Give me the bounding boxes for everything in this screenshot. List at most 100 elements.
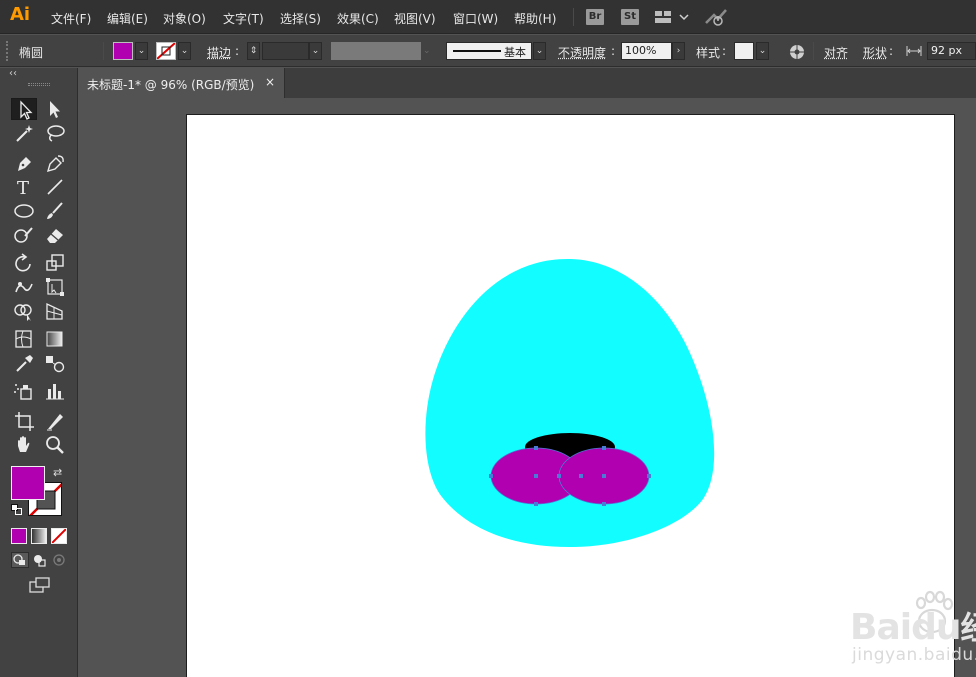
none-mode-button[interactable] bbox=[51, 528, 67, 544]
default-fill-stroke-icon[interactable] bbox=[11, 504, 23, 519]
graphic-style-dropdown[interactable]: ⌄ bbox=[756, 42, 769, 60]
align-label[interactable]: 对齐 bbox=[824, 44, 848, 61]
stroke-label[interactable]: 描边 bbox=[207, 44, 231, 61]
baidu-jingyan-watermark: Baidu经验 jingyan.baidu.com bbox=[850, 589, 976, 669]
tools-panel-grip[interactable] bbox=[28, 83, 50, 86]
warp-tool-icon[interactable] bbox=[11, 276, 37, 298]
variable-width-dropdown[interactable]: ⌄ bbox=[423, 42, 439, 60]
type-tool-icon[interactable]: T bbox=[11, 176, 37, 198]
free-transform-tool-icon[interactable] bbox=[42, 276, 68, 298]
collapse-panel-button[interactable]: ‹‹ bbox=[9, 68, 17, 79]
control-separator bbox=[103, 42, 104, 60]
brush-style-dropdown[interactable]: ⌄ bbox=[533, 42, 546, 60]
direct-selection-tool-icon[interactable] bbox=[42, 98, 68, 120]
control-separator bbox=[813, 42, 814, 60]
opacity-label[interactable]: 不透明度 bbox=[558, 44, 606, 61]
stroke-weight-stepper[interactable]: ⇕ bbox=[247, 42, 260, 60]
brush-preview-line bbox=[453, 50, 501, 52]
screen-mode-icon[interactable] bbox=[29, 576, 51, 597]
document-tab[interactable]: 未标题-1* @ 96% (RGB/预览) × bbox=[78, 68, 285, 98]
document-tab-bar: 未标题-1* @ 96% (RGB/预览) × bbox=[78, 68, 976, 98]
hand-tool-icon[interactable] bbox=[11, 434, 37, 456]
canvas-area[interactable]: Baidu经验 jingyan.baidu.com bbox=[78, 98, 976, 677]
shape-label-colon: : bbox=[889, 44, 894, 58]
head-shape[interactable] bbox=[425, 258, 715, 548]
stroke-dropdown[interactable]: ⌄ bbox=[178, 42, 191, 60]
variable-width-profile[interactable] bbox=[331, 42, 421, 60]
eyedropper-tool-icon[interactable] bbox=[11, 352, 37, 374]
menu-bar: Ai 文件(F) 编辑(E) 对象(O) 文字(T) 选择(S) 效果(C) 视… bbox=[0, 0, 976, 34]
control-bar-grip[interactable] bbox=[6, 41, 9, 61]
workspace-layout-icon[interactable] bbox=[654, 9, 690, 28]
ellipse-tool-icon[interactable] bbox=[11, 200, 37, 222]
brush-stroke-style[interactable]: 基本 bbox=[446, 42, 532, 60]
stroke-label-colon: : bbox=[235, 44, 240, 58]
menu-file[interactable]: 文件(F) bbox=[51, 10, 91, 27]
watermark-brand-cn: 经验 bbox=[960, 609, 976, 647]
watermark-url: jingyan.baidu.com bbox=[852, 645, 976, 665]
curvature-tool-icon[interactable] bbox=[42, 152, 68, 174]
control-bar: 椭圆 ⌄ ⌄ 描边 : ⇕ ⌄ ⌄ 基本 ⌄ 不透明度 : 100% › 样式 … bbox=[0, 35, 976, 67]
color-mode-button[interactable] bbox=[11, 528, 27, 544]
fill-color-box[interactable] bbox=[11, 466, 45, 500]
graphic-style-swatch[interactable] bbox=[734, 42, 754, 60]
lasso-tool-icon[interactable] bbox=[42, 122, 68, 144]
opacity-label-colon: : bbox=[611, 44, 616, 58]
selection-tool-icon[interactable] bbox=[11, 98, 37, 120]
tools-panel: ‹‹ T ⇄ bbox=[0, 68, 78, 677]
menu-help[interactable]: 帮助(H) bbox=[514, 10, 556, 27]
watermark-brand: Baidu bbox=[850, 607, 961, 648]
line-segment-tool-icon[interactable] bbox=[42, 176, 68, 198]
recolor-artwork-icon[interactable] bbox=[788, 43, 806, 64]
artboard[interactable]: Baidu经验 jingyan.baidu.com bbox=[186, 114, 976, 677]
menu-window[interactable]: 窗口(W) bbox=[453, 10, 498, 27]
fill-swatch[interactable] bbox=[113, 42, 133, 60]
menu-view[interactable]: 视图(V) bbox=[394, 10, 436, 27]
svg-text:T: T bbox=[17, 178, 29, 198]
draw-behind-icon[interactable] bbox=[31, 552, 47, 571]
style-label: 样式 bbox=[696, 46, 721, 60]
stroke-weight-field[interactable] bbox=[262, 42, 309, 60]
menu-type[interactable]: 文字(T) bbox=[223, 10, 264, 27]
menu-effect[interactable]: 效果(C) bbox=[337, 10, 379, 27]
shaper-tool-icon[interactable] bbox=[11, 224, 37, 246]
stroke-swatch[interactable] bbox=[156, 42, 176, 60]
blend-tool-icon[interactable] bbox=[42, 352, 68, 374]
zoom-tool-icon[interactable] bbox=[42, 434, 68, 456]
bridge-button[interactable]: Br bbox=[586, 9, 604, 25]
stroke-weight-dropdown[interactable]: ⌄ bbox=[309, 42, 322, 60]
gpu-performance-icon[interactable] bbox=[704, 7, 728, 30]
draw-inside-icon[interactable] bbox=[51, 552, 67, 571]
opacity-field[interactable]: 100% bbox=[621, 42, 672, 60]
symbol-sprayer-tool-icon[interactable] bbox=[11, 380, 37, 402]
perspective-grid-tool-icon[interactable] bbox=[42, 300, 68, 322]
style-label-colon: : bbox=[722, 44, 727, 58]
slice-tool-icon[interactable] bbox=[42, 410, 68, 432]
document-tab-title: 未标题-1* @ 96% (RGB/预览) bbox=[87, 78, 255, 92]
paintbrush-tool-icon[interactable] bbox=[42, 200, 68, 222]
stock-button[interactable]: St bbox=[621, 9, 639, 25]
menu-edit[interactable]: 编辑(E) bbox=[107, 10, 148, 27]
eraser-tool-icon[interactable] bbox=[42, 224, 68, 246]
app-logo: Ai bbox=[10, 4, 31, 25]
menu-select[interactable]: 选择(S) bbox=[280, 10, 321, 27]
menu-object[interactable]: 对象(O) bbox=[163, 10, 206, 27]
pen-tool-icon[interactable] bbox=[11, 152, 37, 174]
opacity-flyout-button[interactable]: › bbox=[672, 42, 685, 60]
shape-width-field[interactable]: 92 px bbox=[927, 42, 976, 60]
scale-tool-icon[interactable] bbox=[42, 252, 68, 274]
shape-builder-tool-icon[interactable] bbox=[11, 300, 37, 322]
brush-style-label: 基本 bbox=[504, 46, 526, 59]
mesh-tool-icon[interactable] bbox=[11, 328, 37, 350]
swap-fill-stroke-icon[interactable]: ⇄ bbox=[53, 466, 62, 479]
fill-dropdown[interactable]: ⌄ bbox=[135, 42, 148, 60]
column-graph-tool-icon[interactable] bbox=[42, 380, 68, 402]
magic-wand-tool-icon[interactable] bbox=[11, 122, 37, 144]
artboard-tool-icon[interactable] bbox=[11, 410, 37, 432]
draw-normal-icon[interactable] bbox=[11, 552, 29, 568]
gradient-mode-button[interactable] bbox=[31, 528, 47, 544]
gradient-tool-icon[interactable] bbox=[42, 328, 68, 350]
shape-label[interactable]: 形状 bbox=[863, 44, 887, 61]
close-tab-icon[interactable]: × bbox=[265, 75, 275, 89]
rotate-tool-icon[interactable] bbox=[11, 252, 37, 274]
